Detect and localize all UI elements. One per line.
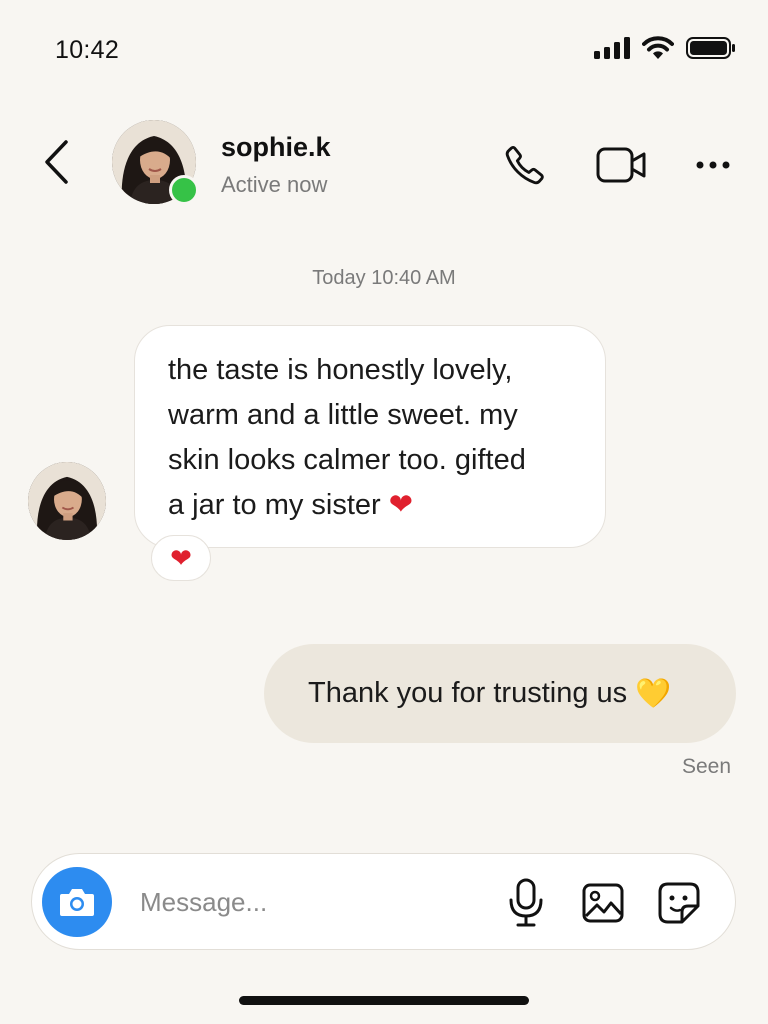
sticker-button[interactable] — [656, 880, 702, 926]
message-text: Thank you for trusting us — [308, 677, 628, 709]
battery-icon — [686, 37, 735, 59]
message-line: skin looks calmer too. gifted — [168, 444, 526, 476]
home-indicator[interactable] — [239, 996, 529, 1005]
message-line: a jar to my sister ❤ — [168, 489, 414, 521]
more-icon — [696, 161, 730, 169]
red-heart-emoji: ❤ — [170, 542, 192, 573]
video-camera-icon — [596, 147, 646, 183]
voice-call-button[interactable] — [500, 140, 550, 190]
online-status-dot — [169, 175, 199, 205]
microphone-icon — [509, 878, 543, 927]
voice-message-button[interactable] — [505, 878, 547, 928]
back-icon — [45, 140, 68, 184]
message-line: the taste is honestly lovely, — [168, 354, 513, 386]
image-icon — [582, 883, 624, 923]
video-call-button[interactable] — [594, 142, 650, 188]
red-heart-emoji: ❤ — [388, 489, 414, 521]
yellow-heart-emoji: 💛 — [635, 677, 672, 710]
sticker-icon — [658, 882, 700, 924]
camera-button[interactable] — [42, 867, 112, 937]
outgoing-message-bubble[interactable]: Thank you for trusting us 💛 — [264, 644, 736, 743]
conversation-timestamp: Today 10:40 AM — [312, 267, 456, 289]
gallery-button[interactable] — [580, 880, 626, 926]
more-options-button[interactable] — [690, 150, 736, 180]
wifi-icon — [642, 36, 674, 59]
camera-icon — [60, 889, 94, 916]
status-time: 10:42 — [55, 36, 120, 64]
phone-icon — [505, 145, 544, 185]
profile-photo-icon — [28, 462, 106, 540]
contact-username[interactable]: sophie.k — [221, 132, 331, 163]
status-icons — [594, 36, 736, 60]
cellular-signal-icon — [594, 37, 630, 59]
message-sender-avatar[interactable] — [28, 462, 106, 540]
message-input[interactable] — [140, 880, 480, 924]
back-button[interactable] — [36, 136, 76, 188]
presence-status: Active now — [221, 172, 328, 197]
incoming-message-bubble[interactable]: the taste is honestly lovely, warm and a… — [134, 325, 606, 548]
read-receipt: Seen — [681, 755, 731, 778]
message-reaction[interactable]: ❤ — [151, 535, 211, 581]
message-line: warm and a little sweet. my — [168, 399, 518, 431]
